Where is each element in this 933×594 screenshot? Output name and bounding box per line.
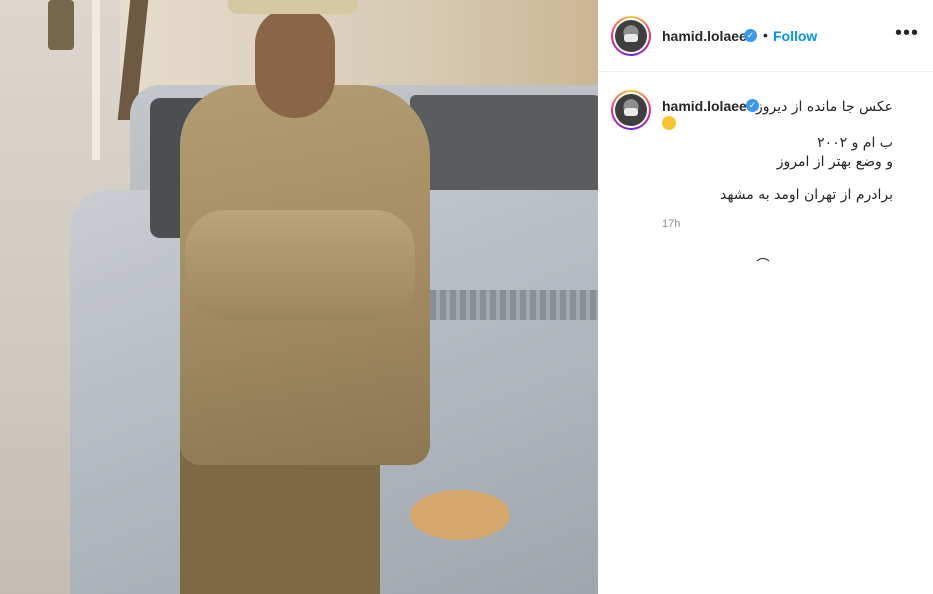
verified-badge-icon: ✓ (744, 29, 757, 42)
header-avatar[interactable] (611, 16, 651, 56)
photo-man-hat (228, 0, 358, 14)
rolling-on-floor-laughing-emoji-icon (662, 115, 676, 130)
loading-spinner-icon (754, 258, 772, 276)
photo-car-headlight (410, 490, 510, 540)
caption-avatar[interactable] (611, 90, 651, 130)
photo-background-person (48, 0, 74, 50)
header-username[interactable]: hamid.lolaee (662, 28, 747, 44)
caption-line: عکس جا مانده از دیروز (755, 99, 893, 115)
profile-avatar-icon (615, 20, 647, 52)
header-separator: • (763, 27, 768, 43)
post-timestamp[interactable]: 17h (662, 218, 680, 230)
more-options-icon[interactable]: ••• (895, 22, 919, 45)
post-side-panel: hamid.lolaee ✓ • Follow ••• hamid.lolaee… (598, 0, 933, 594)
photo-pole (92, 0, 100, 160)
caption-emoji-row (662, 114, 676, 132)
photo-man-head (255, 8, 335, 118)
caption-block: hamid.lolaee ✓ عکس جا مانده از دیروز ب ا… (598, 72, 933, 594)
post-photo[interactable] (0, 0, 598, 594)
caption-line: ب ام و ۲۰۰۲ (817, 135, 893, 151)
photo-man-arms (185, 210, 415, 320)
profile-avatar-icon (615, 94, 647, 126)
caption-line: برادرم از تهران اومد به مشهد (719, 187, 893, 203)
post-header: hamid.lolaee ✓ • Follow ••• (598, 0, 933, 72)
follow-button[interactable]: Follow (773, 28, 817, 44)
caption-text: عکس جا مانده از دیروز (653, 98, 893, 117)
caption-line: و وضع بهتر از امروز (776, 154, 893, 170)
caption-text-continued: ب ام و ۲۰۰۲ و وضع بهتر از امروز برادرم ا… (653, 134, 893, 205)
